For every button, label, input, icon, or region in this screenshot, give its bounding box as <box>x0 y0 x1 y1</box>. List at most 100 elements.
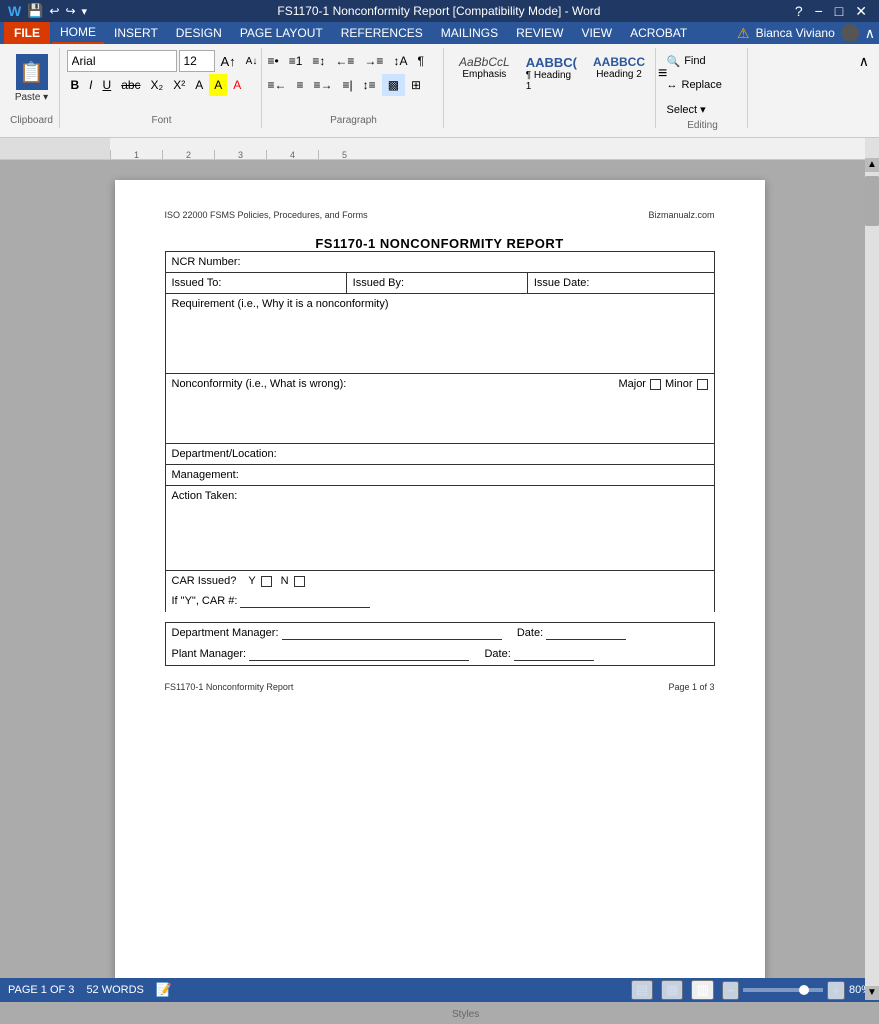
superscript-button[interactable]: X² <box>169 74 189 96</box>
help-button[interactable]: ? <box>791 3 807 19</box>
design-tab[interactable]: DESIGN <box>168 22 230 44</box>
page-footer: FS1170-1 Nonconformity Report Page 1 of … <box>165 682 715 692</box>
car-y-checkbox[interactable] <box>261 576 272 587</box>
quick-access-undo[interactable]: ↩ <box>49 4 59 18</box>
management-cell: Management: <box>165 465 714 486</box>
text-effects-button[interactable]: A <box>191 74 207 96</box>
style-heading1[interactable]: AABBC( ¶ Heading 1 <box>519 52 584 95</box>
header-left: ISO 22000 FSMS Policies, Procedures, and… <box>165 210 368 220</box>
numbering-button[interactable]: ≡1 <box>285 50 307 72</box>
view-tab[interactable]: VIEW <box>573 22 620 44</box>
home-tab[interactable]: HOME <box>52 22 104 44</box>
styles-container: AaBbCcL Emphasis AABBC( ¶ Heading 1 AABB… <box>452 52 671 95</box>
font-color-button[interactable]: A <box>229 74 245 96</box>
dept-location-label: Department/Location: <box>172 448 277 460</box>
para-row1: ≡• ≡1 ≡↕ ←≡ →≡ ↕A ¶ <box>264 50 444 72</box>
ruler-right-scrollbar <box>865 138 879 160</box>
status-bar: PAGE 1 OF 3 52 WORDS 📝 ▤ ▦ ▥ − + 80% <box>0 978 879 1002</box>
scroll-thumb[interactable] <box>865 176 879 226</box>
sort-button[interactable]: ↕A <box>389 50 411 72</box>
plant-manager-date-field[interactable] <box>514 648 594 661</box>
close-button[interactable]: ✕ <box>851 3 871 20</box>
paste-button[interactable]: 📋 <box>16 54 48 90</box>
dept-row: Department/Location: <box>165 444 714 465</box>
quick-access-redo[interactable]: ↪ <box>65 4 75 18</box>
page-layout-tab[interactable]: PAGE LAYOUT <box>232 22 331 44</box>
ribbon-collapse-btn[interactable]: ∧ <box>865 25 875 42</box>
acrobat-tab[interactable]: ACROBAT <box>622 22 695 44</box>
select-button[interactable]: Select ▾ <box>663 98 743 120</box>
requirement-label: Requirement (i.e., Why it is a nonconfor… <box>172 298 389 310</box>
align-center-button[interactable]: ≡ <box>293 74 308 96</box>
justify-button[interactable]: ≡| <box>339 74 357 96</box>
insert-tab[interactable]: INSERT <box>106 22 166 44</box>
highlight-button[interactable]: A <box>209 74 227 96</box>
strikethrough-button[interactable]: abc <box>117 74 144 96</box>
font-size-input[interactable] <box>179 50 215 72</box>
dept-manager-signature[interactable] <box>282 627 502 640</box>
italic-button[interactable]: I <box>85 74 96 96</box>
ribbon-collapse-chevron[interactable]: ∧ <box>855 50 873 72</box>
management-label: Management: <box>172 469 239 481</box>
replace-button[interactable]: ↔ Replace <box>663 74 743 96</box>
mailings-tab[interactable]: MAILINGS <box>433 22 506 44</box>
user-name[interactable]: Bianca Viviano <box>756 26 835 40</box>
show-hide-button[interactable]: ¶ <box>413 50 427 72</box>
minimize-button[interactable]: − <box>811 3 827 19</box>
underline-button[interactable]: U <box>99 74 116 96</box>
bold-button[interactable]: B <box>67 74 84 96</box>
dept-manager-cell: Department Manager: Date: <box>165 622 714 644</box>
plant-manager-signature[interactable] <box>249 648 469 661</box>
find-button[interactable]: 🔍 Find <box>663 50 743 72</box>
minor-checkbox[interactable] <box>697 379 708 390</box>
paste-dropdown[interactable]: Paste ▾ <box>15 92 48 103</box>
ruler: 1 2 3 4 5 <box>0 138 879 160</box>
page: ISO 22000 FSMS Policies, Procedures, and… <box>115 180 765 978</box>
increase-indent-button[interactable]: →≡ <box>360 50 387 72</box>
zoom-slider[interactable] <box>743 988 823 992</box>
management-row: Management: <box>165 465 714 486</box>
borders-button[interactable]: ⊞ <box>407 74 425 96</box>
print-layout-view-button[interactable]: ▤ <box>631 980 653 1000</box>
zoom-slider-thumb[interactable] <box>799 985 809 995</box>
references-tab[interactable]: REFERENCES <box>333 22 431 44</box>
major-minor-area: Major Minor <box>618 378 707 390</box>
quick-access-save[interactable]: 💾 <box>27 3 43 19</box>
grow-font-button[interactable]: A↑ <box>217 50 240 72</box>
zoom-out-button[interactable]: − <box>722 981 740 1000</box>
car-n-checkbox[interactable] <box>294 576 305 587</box>
align-left-button[interactable]: ≡← <box>264 74 291 96</box>
user-avatar[interactable] <box>841 24 859 42</box>
file-menu[interactable]: FILE <box>4 22 50 44</box>
restore-button[interactable]: □ <box>831 3 847 19</box>
zoom-in-button[interactable]: + <box>827 981 845 1000</box>
dept-cell: Department/Location: <box>165 444 714 465</box>
major-checkbox[interactable] <box>650 379 661 390</box>
decrease-indent-button[interactable]: ←≡ <box>331 50 358 72</box>
title-bar: W 💾 ↩ ↪ ▾ FS1170-1 Nonconformity Report … <box>0 0 879 22</box>
web-layout-view-button[interactable]: ▦ <box>661 980 683 1000</box>
bullets-button[interactable]: ≡• <box>264 50 283 72</box>
align-right-button[interactable]: ≡→ <box>310 74 337 96</box>
scroll-up-button[interactable]: ▲ <box>865 160 879 172</box>
dept-manager-date-field[interactable] <box>546 627 626 640</box>
form-table: NCR Number: Issued To: Issued By: Issue … <box>165 251 715 666</box>
style-emphasis[interactable]: AaBbCcL Emphasis <box>452 52 517 95</box>
font-row1: A↑ A↓ <box>67 50 257 72</box>
shrink-font-button[interactable]: A↓ <box>242 50 262 72</box>
shading-button[interactable]: ▩ <box>382 74 405 96</box>
warning-icon: ⚠ <box>737 25 750 42</box>
page-info: PAGE 1 OF 3 <box>8 984 74 996</box>
line-spacing-button[interactable]: ↕≡ <box>359 74 380 96</box>
vertical-scrollbar[interactable]: ▲ ▼ <box>865 160 879 978</box>
multilevel-button[interactable]: ≡↕ <box>308 50 329 72</box>
car-number-field[interactable] <box>240 595 370 608</box>
subscript-button[interactable]: X₂ <box>147 74 168 96</box>
spacer-cell <box>165 612 714 622</box>
review-tab[interactable]: REVIEW <box>508 22 571 44</box>
read-mode-view-button[interactable]: ▥ <box>691 980 713 1000</box>
font-name-input[interactable] <box>67 50 177 72</box>
dept-manager-date-label: Date: <box>517 627 543 639</box>
ncr-row: NCR Number: <box>165 252 714 273</box>
style-heading2[interactable]: AABBCC Heading 2 <box>586 52 652 95</box>
